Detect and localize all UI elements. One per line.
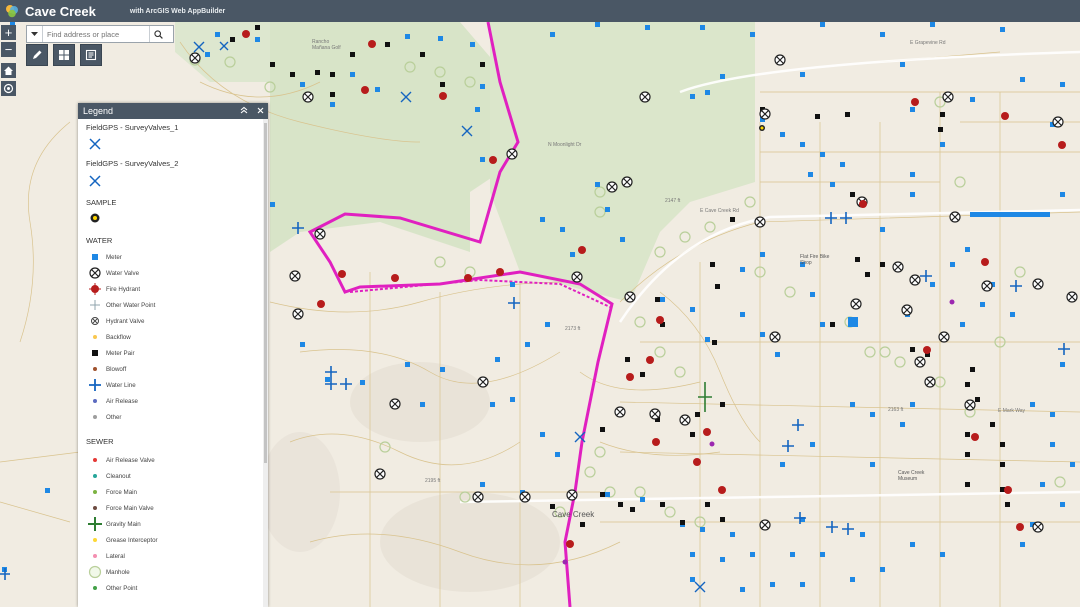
legend-item-label: Lateral (106, 553, 125, 560)
close-icon (257, 107, 263, 114)
manhole-icon (88, 565, 102, 579)
search-input[interactable] (43, 26, 149, 42)
survey-valve-x-icon (89, 138, 101, 150)
map-label-parcel: 2163 ft (888, 407, 904, 413)
meter-icon (92, 254, 98, 260)
legend-item-label: Gravity Main (106, 521, 141, 528)
map-label-street: E Cave Creek Rd (700, 208, 739, 214)
grease-interceptor-icon (93, 538, 97, 542)
zoom-in-button[interactable]: + (1, 25, 16, 40)
legend-item-label: Other Water Point (106, 302, 156, 309)
search-source-dropdown[interactable] (27, 26, 43, 42)
legend-group-title: SEWER (86, 437, 114, 446)
app-header: Cave Creek with ArcGIS Web AppBuilder (0, 0, 1080, 22)
legend-layer-title: FieldGPS - SurveyValves_2 (86, 159, 179, 168)
search-icon (153, 29, 163, 39)
zoom-out-button[interactable]: − (1, 42, 16, 57)
legend-group-title: WATER (86, 236, 113, 245)
other-icon (93, 415, 97, 419)
draw-icon (33, 50, 42, 59)
hydrant-valve-icon (91, 317, 99, 325)
map-label-street: E Mark Way (998, 408, 1026, 414)
legend-item-label: Force Main Valve (106, 505, 154, 512)
meter-pair-icon (92, 350, 98, 356)
legend-scrollbar-thumb[interactable] (264, 123, 267, 463)
legend-item-label: Force Main (106, 489, 137, 496)
sample-point-icon (90, 213, 100, 223)
locate-icon (3, 83, 14, 94)
air-release-icon (93, 399, 97, 403)
my-location-button[interactable] (1, 81, 16, 96)
app-subtitle: with ArcGIS Web AppBuilder (129, 7, 226, 15)
force-main-valve-icon (93, 506, 97, 510)
water-valve-icon (89, 267, 101, 279)
legend-item-label: Grease Interceptor (106, 537, 158, 544)
layer-list-button[interactable] (80, 44, 102, 66)
legend-header: Legend (78, 103, 268, 119)
force-main-icon (93, 490, 97, 494)
legend-item-label: Fire Hydrant (106, 286, 141, 293)
map-label-parcel: 2147 ft (665, 198, 681, 204)
legend-item-label: Blowoff (106, 366, 127, 373)
backflow-icon (93, 335, 97, 339)
app-logo-icon (5, 4, 19, 18)
map-label-parcel: 2173 ft (565, 326, 581, 332)
map-label-street: E Grapevine Rd (910, 40, 946, 46)
other-water-point-icon (90, 300, 100, 310)
basemap-gallery-icon (59, 50, 69, 60)
legend-item-label: Manhole (106, 569, 130, 576)
cleanout-icon (93, 474, 97, 478)
app-title: Cave Creek (25, 3, 96, 19)
search-widget (26, 25, 174, 43)
legend-body[interactable]: FieldGPS - SurveyValves_1 FieldGPS - Sur… (78, 119, 263, 607)
map-label-parcel: 2195 ft (425, 478, 441, 484)
legend-close-button[interactable] (252, 106, 268, 116)
legend-item-label: Other (106, 414, 122, 421)
legend-item-label: Backflow (106, 334, 131, 341)
collapse-icon (240, 106, 248, 114)
basemap-gallery-button[interactable] (53, 44, 75, 66)
map-label-street: N Moonlight Dr (548, 142, 582, 148)
draw-button[interactable] (26, 44, 48, 66)
chevron-down-icon (31, 31, 38, 36)
map-label-cave-creek: Cave Creek (552, 510, 595, 519)
legend-item-label: Cleanout (106, 473, 131, 480)
map-label-bike-shop: Flat Fire Bike Shop (800, 254, 830, 266)
map-label-golf: Rancho Mañana Golf (312, 39, 341, 51)
legend-item-label: Hydrant Valve (106, 318, 145, 325)
legend-item-label: Meter (106, 254, 122, 261)
legend-item-label: Air Release Valve (106, 457, 155, 464)
legend-item-label: Air Release (106, 398, 138, 405)
legend-group-title: SAMPLE (86, 198, 117, 207)
home-icon (4, 66, 13, 75)
search-button[interactable] (149, 26, 166, 42)
legend-item-label: Meter Pair (106, 350, 135, 357)
water-line-icon (89, 379, 101, 391)
map-label-museum: Cave Creek Museum (898, 470, 925, 482)
legend-item-label: Water Valve (106, 270, 140, 277)
lateral-icon (93, 554, 97, 558)
blowoff-icon (93, 367, 97, 371)
legend-item-label: Water Line (106, 382, 136, 389)
air-release-valve-icon (93, 458, 97, 462)
legend-scrollbar[interactable] (263, 119, 268, 607)
zoom-in-icon: + (4, 25, 13, 40)
legend-title: Legend (83, 106, 114, 116)
zoom-out-icon: − (4, 42, 13, 57)
legend-layer-title: FieldGPS - SurveyValves_1 (86, 123, 179, 132)
gravity-main-icon (88, 517, 102, 531)
legend-collapse-button[interactable] (236, 106, 252, 116)
legend-panel: Legend FieldGPS - SurveyValves_1 FieldGP… (78, 103, 268, 607)
legend-item-label: Other Point (106, 585, 138, 592)
survey-valve-x-icon (89, 175, 101, 187)
other-point-icon (93, 586, 97, 590)
fire-hydrant-icon (89, 283, 101, 295)
home-button[interactable] (1, 63, 16, 78)
layer-list-icon (85, 49, 97, 61)
